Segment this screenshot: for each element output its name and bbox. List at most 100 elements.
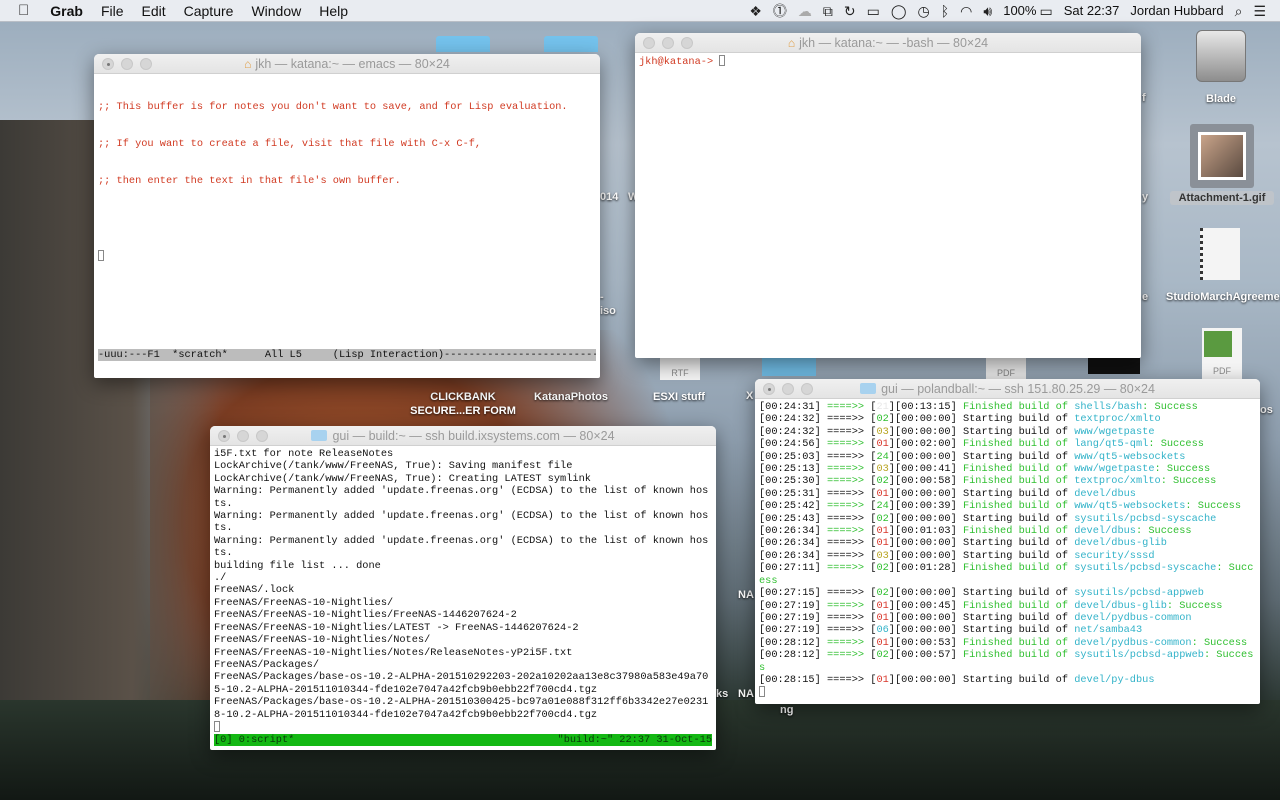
close-button[interactable] [763, 383, 775, 395]
onepassword-icon[interactable]: ⓵ [773, 4, 787, 18]
title-bar[interactable]: gui — build:~ — ssh build.ixsystems.com … [210, 426, 716, 446]
screen-share-icon[interactable]: ⧉ [823, 4, 833, 18]
battery-icon[interactable]: ▭ [1039, 4, 1052, 18]
success-text: : Success [1154, 463, 1211, 476]
dark-file-icon[interactable] [1088, 358, 1140, 374]
desktop-label-fragment[interactable]: iso [600, 305, 616, 317]
output-line: FreeNAS/FreeNAS-10-Nightlies/ [214, 596, 394, 609]
spotlight-icon[interactable]: ⌕ [1235, 4, 1243, 18]
polandball-ssh-terminal-window[interactable]: gui — polandball:~ — ssh 151.80.25.29 — … [755, 379, 1260, 704]
desktop-label-fragment[interactable]: f [1142, 92, 1146, 104]
minimize-button[interactable] [782, 383, 794, 395]
text-cursor [214, 720, 220, 732]
output-line: FreeNAS/FreeNAS-10-Nightlies/Notes/Relea… [214, 646, 573, 659]
rtf-icon[interactable]: RTF [660, 358, 700, 380]
port-name: www/wgetpaste [1074, 425, 1155, 438]
close-button[interactable] [218, 430, 230, 442]
battery-percent[interactable]: 100% [1003, 3, 1036, 18]
apple-icon[interactable]:  [0, 3, 38, 18]
wifi-icon[interactable]: ◠ [960, 4, 972, 18]
log-time: [00:25:31] [759, 487, 827, 500]
log-message: Starting build of [962, 611, 1075, 624]
menu-window[interactable]: Window [242, 3, 310, 19]
volume-icon[interactable]: 🔊︎ [983, 4, 992, 18]
poudriere-build-log[interactable]: [00:24:31] ====>> [21][00:13:15] Finishe… [755, 399, 1259, 702]
emacs-buffer[interactable]: ;; This buffer is for notes you don't wa… [94, 74, 598, 290]
lock-sync-icon[interactable]: ↻ [844, 4, 856, 18]
desktop-label-fragment[interactable]: y [1142, 191, 1148, 203]
gif-thumbnail-icon[interactable] [1190, 124, 1254, 188]
folder-icon[interactable] [762, 358, 816, 376]
emacs-terminal-window[interactable]: ⌂ jkh — katana:~ — emacs — 80×24 ;; This … [94, 54, 600, 378]
zoom-button[interactable] [140, 58, 152, 70]
desktop-label-fragment[interactable]: os [1260, 404, 1273, 416]
drive-icon[interactable] [1196, 30, 1246, 82]
bash-terminal-window[interactable]: ⌂ jkh — katana:~ — -bash — 80×24 jkh@kata… [635, 33, 1141, 358]
desktop-icon-attachment[interactable]: Attachment-1.gif [1170, 191, 1274, 205]
builder-id: 02 [876, 512, 889, 525]
log-row: [00:24:32] ====>> [03][00:00:00] Startin… [759, 426, 1255, 438]
menu-app-grab[interactable]: Grab [38, 3, 92, 19]
pdf-icon[interactable]: PDF [1202, 328, 1242, 380]
desktop-icon-studiomarch[interactable]: StudioMarchAgreement [1166, 290, 1280, 304]
dropbox-icon[interactable]: ❖ [749, 4, 762, 18]
minimize-button[interactable] [121, 58, 133, 70]
log-arrow: ====>> [826, 450, 871, 463]
menu-file[interactable]: File [92, 3, 133, 19]
build-ssh-terminal-window[interactable]: gui — build:~ — ssh build.ixsystems.com … [210, 426, 716, 750]
text-cursor [759, 686, 765, 698]
menu-edit[interactable]: Edit [133, 3, 175, 19]
title-bar[interactable]: gui — polandball:~ — ssh 151.80.25.29 — … [755, 379, 1260, 399]
time-machine-icon[interactable]: ◷ [918, 4, 930, 18]
bash-terminal[interactable]: jkh@katana-> [635, 53, 1139, 70]
desktop-label-fragment[interactable]: - [600, 291, 604, 303]
output-line: FreeNAS/FreeNAS-10-Nightlies/Notes/ [214, 634, 431, 647]
build-terminal-output[interactable]: i5F.txt for note ReleaseNotes LockArchive… [210, 446, 714, 736]
log-message: Finished build of [962, 401, 1075, 413]
desktop-label-fragment[interactable]: ng [780, 704, 793, 716]
log-time: [00:24:31] [759, 401, 827, 413]
minimize-button[interactable] [237, 430, 249, 442]
zoom-button[interactable] [256, 430, 268, 442]
menu-capture[interactable]: Capture [175, 3, 243, 19]
desktop-label-fragment[interactable]: X [746, 390, 753, 402]
close-button[interactable] [643, 37, 655, 49]
cursor-line [214, 720, 710, 734]
pdf-icon[interactable]: PDF [986, 358, 1026, 380]
close-button[interactable] [102, 58, 114, 70]
airplay-icon[interactable]: ▭ [867, 4, 880, 18]
desktop-icon-esxi[interactable]: ESXI stuff [624, 390, 734, 404]
bluetooth-icon[interactable]: ᛒ [941, 4, 949, 18]
log-arrow: ====>> [826, 463, 871, 476]
folder-icon[interactable] [436, 36, 490, 52]
folder-icon[interactable] [544, 36, 598, 52]
desktop-label-fragment[interactable]: NA [738, 589, 754, 601]
log-row: [00:26:34] ====>> [01][00:01:03] Finishe… [759, 525, 1255, 537]
desktop-label-fragment[interactable]: NA [738, 688, 754, 700]
desktop-label-fragment[interactable]: 014 [600, 191, 618, 203]
document-icon[interactable] [1200, 228, 1240, 280]
pdf-label: PDF [997, 368, 1015, 378]
clock[interactable]: Sat 22:37 [1064, 3, 1120, 18]
menu-help[interactable]: Help [310, 3, 357, 19]
desktop-icon-katanaphotos[interactable]: KatanaPhotos [516, 390, 626, 404]
cloud-icon[interactable]: ☁ [798, 4, 812, 18]
log-arrow: ====>> [826, 438, 871, 451]
desktop-label-fragment[interactable]: e [1142, 291, 1148, 303]
port-name: www/wgetpaste [1074, 463, 1155, 476]
desktop-label-fragment[interactable]: ks [716, 688, 728, 700]
desktop-icon-clickbank[interactable]: CLICKBANK SECURE...ER FORM [408, 390, 518, 418]
zoom-button[interactable] [801, 383, 813, 395]
log-message: Finished build of [962, 636, 1075, 649]
notification-center-icon[interactable]: ☰ [1253, 4, 1266, 18]
zoom-button[interactable] [681, 37, 693, 49]
builder-id: 03 [876, 463, 889, 476]
desktop-icon-blade[interactable]: Blade [1166, 92, 1276, 106]
minimize-button[interactable] [662, 37, 674, 49]
user-name[interactable]: Jordan Hubbard [1130, 3, 1223, 18]
tmux-window-list[interactable]: [0] 0:script* [214, 734, 294, 746]
title-bar[interactable]: ⌂ jkh — katana:~ — emacs — 80×24 [94, 54, 600, 74]
title-bar[interactable]: ⌂ jkh — katana:~ — -bash — 80×24 [635, 33, 1141, 53]
messages-icon[interactable]: ◯ [891, 4, 907, 18]
log-arrow: ====>> [826, 587, 871, 600]
